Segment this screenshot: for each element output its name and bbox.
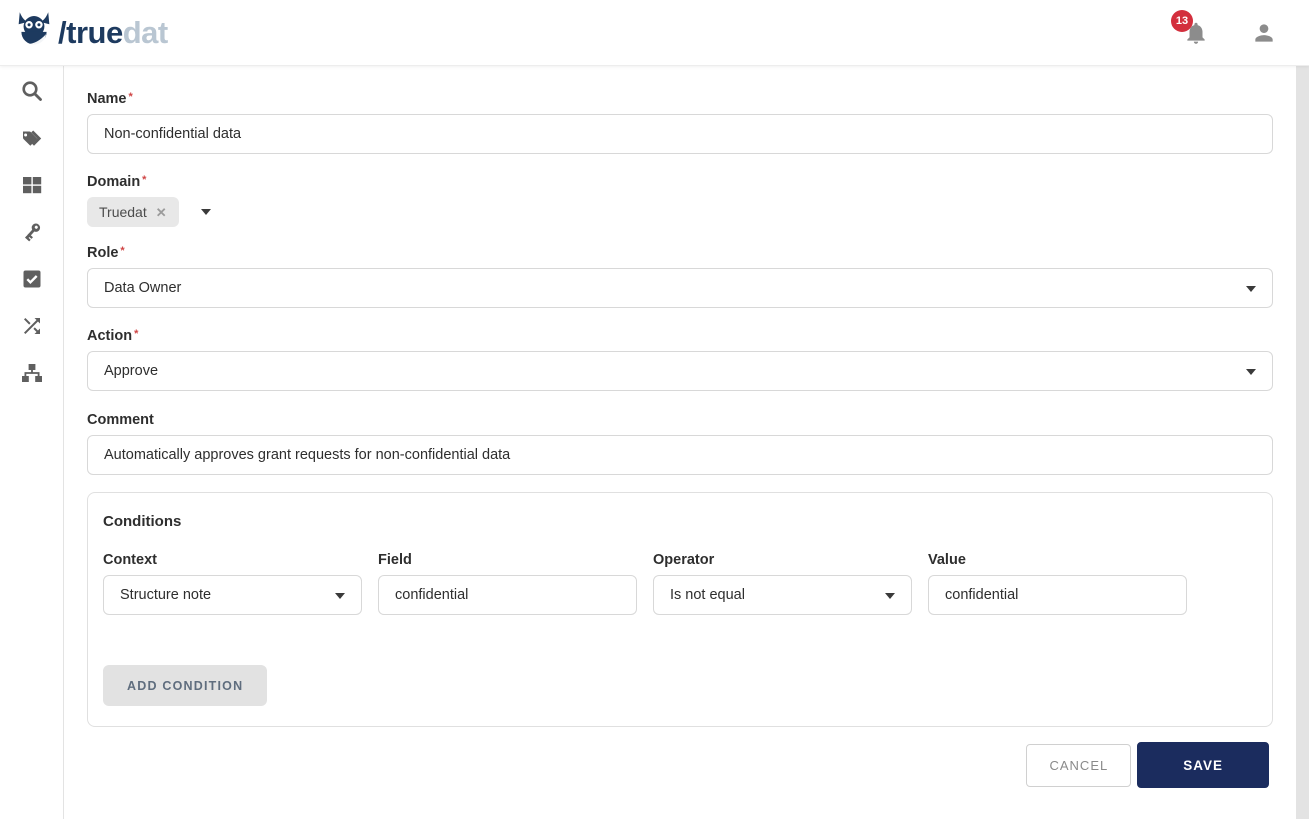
notification-badge: 13 xyxy=(1171,10,1193,32)
sidebar-item-quality[interactable] xyxy=(12,267,52,291)
domain-dropdown-caret[interactable] xyxy=(201,209,211,215)
form-footer: CANCEL SAVE xyxy=(87,742,1273,788)
sidebar-item-dashboard[interactable] xyxy=(12,173,52,197)
sitemap-icon xyxy=(20,361,44,385)
domain-field-group: Domain* Truedat ✕ xyxy=(87,174,1273,227)
add-condition-button[interactable]: ADD CONDITION xyxy=(103,665,267,706)
search-icon xyxy=(20,79,44,103)
action-label: Action* xyxy=(87,328,1273,344)
notifications-button[interactable]: 13 xyxy=(1183,18,1209,48)
comment-field-group: Comment xyxy=(87,412,1273,475)
field-label: Field xyxy=(378,552,637,568)
conditions-panel: Conditions Context Structure note Field … xyxy=(87,492,1273,727)
save-button[interactable]: SAVE xyxy=(1137,742,1269,788)
name-field-group: Name* xyxy=(87,91,1273,154)
action-select-value: Approve xyxy=(104,363,158,379)
condition-row: Context Structure note Field Operator Is… xyxy=(103,552,1257,615)
action-select[interactable]: Approve xyxy=(87,351,1273,391)
page: /truedat 13 xyxy=(0,0,1309,819)
chip-remove-icon[interactable]: ✕ xyxy=(156,206,167,219)
conditions-title: Conditions xyxy=(103,513,1257,530)
operator-select-value: Is not equal xyxy=(670,587,745,603)
shuffle-icon xyxy=(20,314,44,338)
chevron-down-icon xyxy=(1246,369,1256,375)
checkbox-icon xyxy=(20,267,44,291)
comment-label: Comment xyxy=(87,412,1273,428)
role-label: Role* xyxy=(87,245,1273,261)
context-select[interactable]: Structure note xyxy=(103,575,362,615)
chevron-down-icon xyxy=(1246,286,1256,292)
sidebar-item-structures[interactable] xyxy=(12,361,52,385)
action-field-group: Action* Approve xyxy=(87,328,1273,391)
name-input[interactable] xyxy=(87,114,1273,154)
domain-label: Domain* xyxy=(87,174,1273,190)
sidebar-item-search[interactable] xyxy=(12,79,52,103)
value-label: Value xyxy=(928,552,1187,568)
required-asterisk: * xyxy=(120,245,124,257)
context-label: Context xyxy=(103,552,362,568)
approval-rule-form: Name* Domain* Truedat ✕ Role* Data Owner… xyxy=(64,66,1296,819)
required-asterisk: * xyxy=(142,174,146,186)
user-menu-button[interactable] xyxy=(1251,20,1277,46)
cancel-button[interactable]: CANCEL xyxy=(1026,744,1131,787)
chevron-down-icon xyxy=(885,593,895,599)
sidebar-item-tags[interactable] xyxy=(12,126,52,150)
value-input[interactable] xyxy=(928,575,1187,615)
field-input[interactable] xyxy=(378,575,637,615)
owl-logo-icon xyxy=(12,10,56,56)
chevron-down-icon xyxy=(335,593,345,599)
key-icon xyxy=(20,220,44,244)
context-select-value: Structure note xyxy=(120,587,211,603)
name-label: Name* xyxy=(87,91,1273,107)
domain-chip: Truedat ✕ xyxy=(87,197,179,227)
app-header: /truedat 13 xyxy=(0,0,1309,66)
sidebar xyxy=(0,66,64,819)
comment-input[interactable] xyxy=(87,435,1273,475)
role-select-value: Data Owner xyxy=(104,280,181,296)
logo-text: /truedat xyxy=(58,15,168,51)
app-logo[interactable]: /truedat xyxy=(12,10,168,56)
role-select[interactable]: Data Owner xyxy=(87,268,1273,308)
domain-chip-label: Truedat xyxy=(99,204,147,220)
operator-label: Operator xyxy=(653,552,912,568)
sidebar-item-permissions[interactable] xyxy=(12,220,52,244)
role-field-group: Role* Data Owner xyxy=(87,245,1273,308)
scrollbar-track[interactable] xyxy=(1296,66,1309,819)
user-icon xyxy=(1251,20,1277,46)
grid-icon xyxy=(20,173,44,197)
tags-icon xyxy=(20,126,44,150)
sidebar-item-lineage[interactable] xyxy=(12,314,52,338)
required-asterisk: * xyxy=(129,91,133,103)
operator-select[interactable]: Is not equal xyxy=(653,575,912,615)
required-asterisk: * xyxy=(134,328,138,340)
